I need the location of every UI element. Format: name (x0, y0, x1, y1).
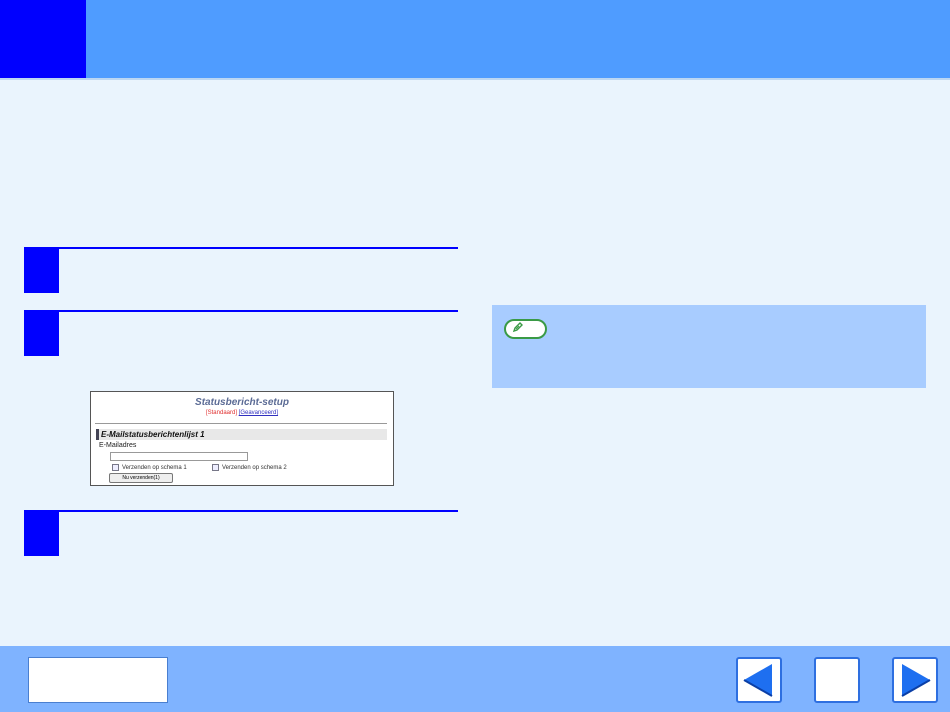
pencil-note-icon (504, 319, 547, 339)
email-list-heading: E-Mailstatusberichtenlijst 1 (96, 429, 387, 440)
header-divider (0, 78, 950, 80)
status-report-setup-screenshot: Statusbericht-setup [Standaard] [Geavanc… (90, 391, 394, 486)
advanced-link[interactable]: [Geavanceerd] (239, 410, 278, 416)
schedule-1-checkbox[interactable]: Verzenden op schema 1 (112, 464, 187, 471)
checkbox-2-box[interactable] (212, 464, 219, 471)
step-1-number-block (24, 247, 59, 293)
step-3-number-block (24, 510, 59, 556)
email-address-label: E-Mailadres (99, 442, 137, 449)
step-2-rule (59, 310, 458, 312)
schedule-2-checkbox[interactable]: Verzenden op schema 2 (212, 464, 287, 471)
home-button[interactable] (814, 657, 860, 703)
page-header (0, 0, 950, 78)
step-1 (24, 247, 458, 295)
step-2-number-block (24, 310, 59, 356)
send-now-button[interactable]: Nu verzenden(1) (109, 473, 173, 483)
left-arrow-icon (743, 664, 773, 697)
standard-link[interactable]: [Standaard] (206, 410, 237, 416)
schedule-2-label: Verzenden op schema 2 (222, 465, 287, 472)
note-box (492, 305, 926, 388)
step-3-rule (59, 510, 458, 512)
previous-page-button[interactable] (736, 657, 782, 703)
step-2 (24, 310, 458, 358)
header-chapter-block (0, 0, 86, 78)
screenshot-mode-links: [Standaard] [Geavanceerd] (91, 410, 393, 416)
screenshot-divider (95, 423, 387, 424)
contents-button[interactable] (28, 657, 168, 703)
step-3 (24, 510, 458, 558)
email-address-input[interactable] (110, 452, 248, 461)
next-page-button[interactable] (892, 657, 938, 703)
right-arrow-icon (901, 664, 931, 697)
schedule-1-label: Verzenden op schema 1 (122, 465, 187, 472)
screenshot-title: Statusbericht-setup (195, 397, 289, 408)
checkbox-1-box[interactable] (112, 464, 119, 471)
step-1-rule (59, 247, 458, 249)
pencil-glyph-icon (512, 322, 523, 333)
